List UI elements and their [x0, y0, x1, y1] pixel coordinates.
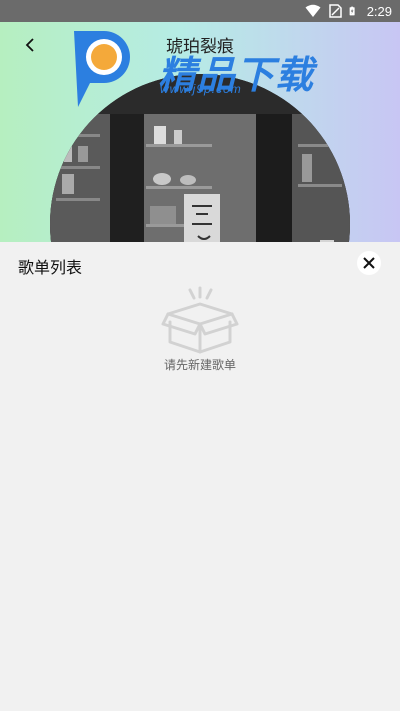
close-button[interactable] — [357, 251, 381, 275]
playlist-sheet: 歌单列表 请先新建歌单 — [0, 242, 400, 711]
empty-message: 请先新建歌单 — [163, 358, 236, 372]
battery-icon — [349, 6, 355, 16]
status-bar: 2:29 — [0, 0, 400, 22]
clock: 2:29 — [366, 3, 392, 19]
player-header: 精品下载 www.j9p.com 琥珀裂痕 — [0, 22, 400, 242]
empty-box-icon — [161, 286, 239, 354]
song-title: 琥珀裂痕 — [166, 37, 234, 57]
close-icon — [363, 257, 375, 269]
sheet-title: 歌单列表 — [18, 258, 83, 277]
watermark-url: www.j9p.com — [160, 82, 242, 96]
wifi-icon — [305, 4, 321, 17]
sim-icon — [328, 4, 342, 18]
